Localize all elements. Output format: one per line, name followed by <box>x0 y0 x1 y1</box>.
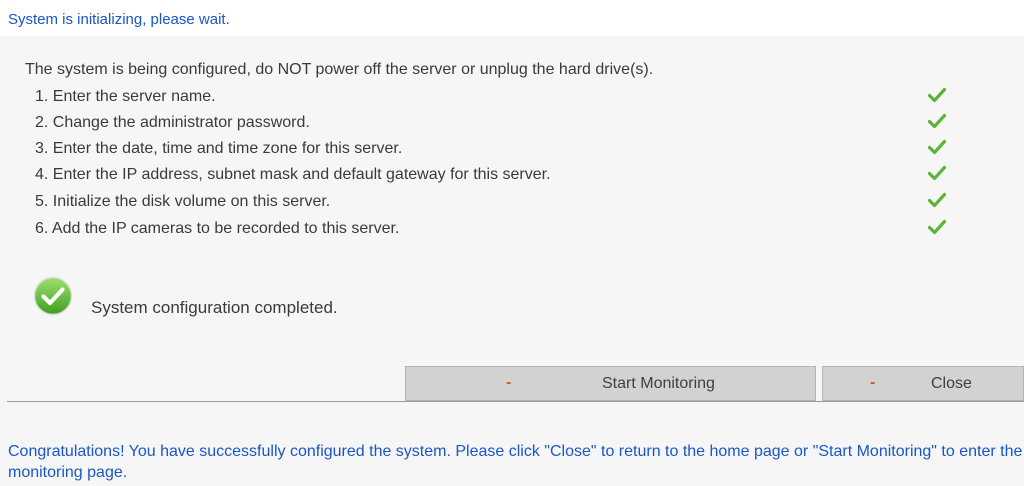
start-monitoring-button[interactable]: - Start Monitoring <box>405 366 816 401</box>
step-item: 5. Initialize the disk volume on this se… <box>35 189 955 215</box>
step-item: 2. Change the administrator password. <box>35 110 955 136</box>
checkmark-icon <box>928 219 946 235</box>
checkmark-icon <box>928 139 946 155</box>
step-label: 1. Enter the server name. <box>35 88 216 105</box>
close-button[interactable]: - Close <box>822 366 1024 401</box>
intro-text: The system is being configured, do NOT p… <box>25 61 654 78</box>
step-label: 2. Change the administrator password. <box>35 114 310 131</box>
button-marker: - <box>506 374 512 391</box>
dialog-header: System is initializing, please wait. <box>0 0 1024 36</box>
step-item: 6. Add the IP cameras to be recorded to … <box>35 216 955 242</box>
close-label: Close <box>931 375 972 392</box>
checkmark-icon <box>928 113 946 129</box>
congratulations-message: Congratulations! You have successfully c… <box>8 443 1023 481</box>
step-label: 5. Initialize the disk volume on this se… <box>35 193 331 210</box>
checkmark-icon <box>928 192 946 208</box>
check-circle-icon <box>33 276 73 316</box>
step-label: 6. Add the IP cameras to be recorded to … <box>35 220 400 237</box>
step-item: 4. Enter the IP address, subnet mask and… <box>35 162 955 188</box>
button-marker: - <box>870 374 876 391</box>
step-item: 1. Enter the server name. <box>35 84 955 110</box>
setup-panel: The system is being configured, do NOT p… <box>0 36 1024 486</box>
start-monitoring-label: Start Monitoring <box>602 375 715 392</box>
completion-message: System configuration completed. <box>91 298 338 317</box>
divider <box>7 401 1024 402</box>
step-label: 3. Enter the date, time and time zone fo… <box>35 140 403 157</box>
dialog-title: System is initializing, please wait. <box>8 11 230 28</box>
step-label: 4. Enter the IP address, subnet mask and… <box>35 166 551 183</box>
step-item: 3. Enter the date, time and time zone fo… <box>35 136 955 162</box>
checkmark-icon <box>928 87 946 103</box>
checkmark-icon <box>928 165 946 181</box>
